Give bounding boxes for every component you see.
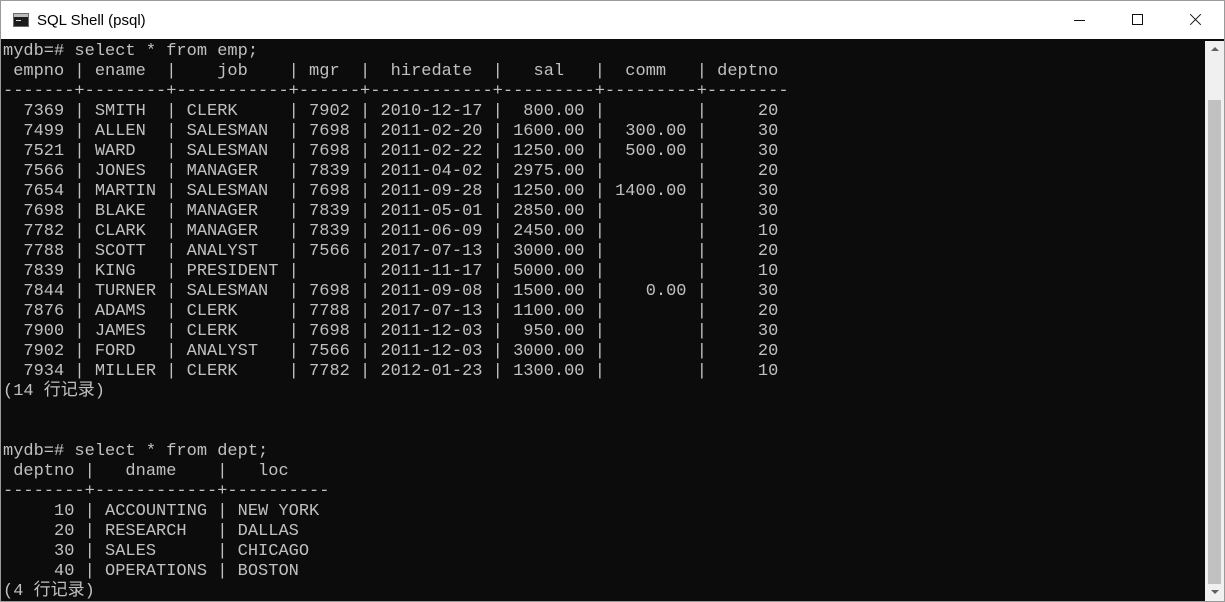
console-line: mydb=# select * from dept; — [3, 442, 269, 461]
scroll-down-arrow-icon[interactable] — [1205, 584, 1224, 601]
console-line: 7499 | ALLEN | SALESMAN | 7698 | 2011-02… — [3, 122, 779, 141]
window-title: SQL Shell (psql) — [37, 11, 146, 29]
window-controls — [1050, 1, 1224, 39]
minimize-button[interactable] — [1050, 1, 1108, 39]
console-line: 7521 | WARD | SALESMAN | 7698 | 2011-02-… — [3, 142, 779, 161]
console-line: 10 | ACCOUNTING | NEW YORK — [3, 502, 320, 521]
console-line: 7782 | CLARK | MANAGER | 7839 | 2011-06-… — [3, 222, 779, 241]
console-line: 7876 | ADAMS | CLERK | 7788 | 2017-07-13… — [3, 302, 779, 321]
console-line: 7566 | JONES | MANAGER | 7839 | 2011-04-… — [3, 162, 779, 181]
console-line: 7654 | MARTIN | SALESMAN | 7698 | 2011-0… — [3, 182, 779, 201]
console-line: 7902 | FORD | ANALYST | 7566 | 2011-12-0… — [3, 342, 779, 361]
scroll-up-arrow-icon[interactable] — [1205, 41, 1224, 58]
console-line: 30 | SALES | CHICAGO — [3, 542, 310, 561]
console-line: mydb=# select * from emp; — [3, 42, 259, 61]
console-line: (4 行记录) — [3, 582, 95, 601]
console-line: empno | ename | job | mgr | hiredate | s… — [3, 62, 779, 81]
title-bar[interactable]: SQL Shell (psql) — [1, 1, 1224, 39]
console-line: 7844 | TURNER | SALESMAN | 7698 | 2011-0… — [3, 282, 779, 301]
console-line: deptno | dname | loc — [3, 462, 289, 481]
console-line: 40 | OPERATIONS | BOSTON — [3, 562, 299, 581]
terminal-icon — [13, 13, 29, 27]
console-line: 7900 | JAMES | CLERK | 7698 | 2011-12-03… — [3, 322, 779, 341]
console-line: (14 行记录) — [3, 382, 106, 401]
vertical-scrollbar[interactable] — [1205, 41, 1224, 601]
console-line: 7839 | KING | PRESIDENT | | 2011-11-17 |… — [3, 262, 779, 281]
console-line: 7698 | BLAKE | MANAGER | 7839 | 2011-05-… — [3, 202, 779, 221]
close-button[interactable] — [1166, 1, 1224, 39]
console-line: 7788 | SCOTT | ANALYST | 7566 | 2017-07-… — [3, 242, 779, 261]
maximize-button[interactable] — [1108, 1, 1166, 39]
console-line: --------+------------+---------- — [3, 482, 330, 501]
console-text: mydb=# select * from emp; empno | ename … — [3, 42, 789, 601]
psql-window: SQL Shell (psql) mydb=# select * from em… — [0, 0, 1225, 602]
console-line: -------+--------+-----------+------+----… — [3, 82, 789, 101]
console-line: 7934 | MILLER | CLERK | 7782 | 2012-01-2… — [3, 362, 779, 381]
console-line: 7369 | SMITH | CLERK | 7902 | 2010-12-17… — [3, 102, 779, 121]
console-output[interactable]: mydb=# select * from emp; empno | ename … — [1, 41, 1205, 601]
console-line: 20 | RESEARCH | DALLAS — [3, 522, 299, 541]
scrollbar-thumb[interactable] — [1208, 100, 1221, 584]
